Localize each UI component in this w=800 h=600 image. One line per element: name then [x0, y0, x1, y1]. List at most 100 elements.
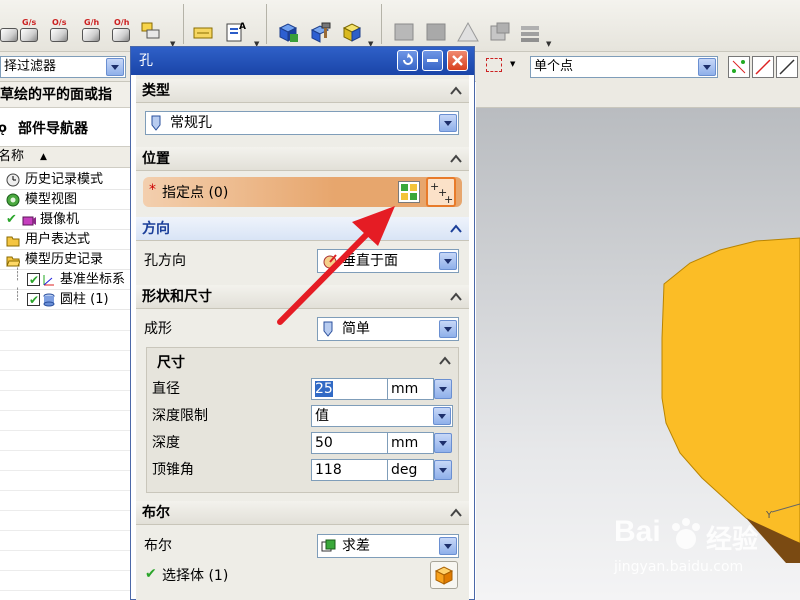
select-geometry-s-button[interactable]: G/s — [16, 18, 42, 46]
depth-menu-button[interactable] — [434, 433, 452, 453]
hole-type-dropdown[interactable]: 常规孔 — [145, 111, 459, 135]
clock-icon — [6, 173, 20, 187]
camera-icon — [22, 216, 36, 226]
solid-body-icon — [434, 566, 454, 585]
snap-point-button[interactable] — [728, 56, 750, 78]
select-object-s-button[interactable]: O/s — [46, 18, 72, 46]
close-button[interactable] — [447, 50, 468, 71]
chevron-up-icon[interactable] — [449, 84, 463, 98]
dropdown-arrow-icon[interactable]: ▼ — [546, 40, 551, 48]
checkmark-icon: ✔ — [145, 566, 157, 582]
hole-direction-value: 垂直于面 — [342, 253, 398, 269]
type-filter-dropdown[interactable]: 择过滤器 — [0, 56, 126, 78]
section-position-header[interactable]: 位置 — [136, 147, 469, 171]
hole-direction-dropdown[interactable]: 垂直于面 — [317, 249, 459, 273]
text-annotation-button[interactable]: A — [224, 20, 248, 44]
snap-line-button[interactable] — [752, 56, 774, 78]
grid-line — [0, 550, 130, 551]
pin-icon[interactable]: ǫ — [0, 116, 7, 142]
chevron-down-icon[interactable] — [698, 58, 716, 76]
select-geometry-h-button[interactable]: G/h — [78, 18, 104, 46]
chevron-down-icon[interactable] — [439, 320, 457, 338]
tip-angle-input[interactable]: 118 — [311, 459, 388, 481]
dimensions-title: 尺寸 — [157, 355, 185, 371]
main-toolbar: G/s O/s G/h O/h ▼ A ▼ ▼ ▼ — [0, 0, 800, 52]
checkmark-icon[interactable]: ✔ — [6, 210, 17, 230]
chevron-up-icon[interactable] — [449, 506, 463, 520]
tree-item-model-views[interactable]: 模型视图 — [0, 190, 130, 210]
analysis-button[interactable] — [276, 20, 300, 44]
simple-hole-icon — [323, 321, 333, 337]
boolean-dropdown[interactable]: 求差 — [317, 534, 459, 558]
diameter-unit-box: mm — [388, 378, 434, 400]
chevron-down-icon[interactable] — [439, 114, 457, 132]
chevron-up-icon[interactable] — [438, 354, 452, 368]
sketch-section-button[interactable] — [398, 181, 420, 203]
pencil-icon — [193, 27, 213, 39]
part-navigator-panel: 草绘的平的面或指 ǫ 部件导航器 名称 ▲ 历史记录模式 模型视图 ✔ 摄像机 … — [0, 82, 130, 600]
diameter-input[interactable]: 25 — [311, 378, 388, 400]
checkmark-icon: ✔ — [29, 273, 40, 287]
measure-button[interactable] — [340, 20, 364, 44]
selection-scope-dropdown[interactable]: 单个点 — [530, 56, 718, 78]
chevron-up-icon[interactable] — [449, 222, 463, 236]
selection-rectangle-icon[interactable] — [486, 58, 502, 72]
checkbox[interactable]: ✔ — [27, 273, 40, 287]
reset-button[interactable] — [397, 50, 418, 71]
tree-item-cameras[interactable]: ✔ 摄像机 — [0, 210, 130, 230]
diameter-menu-button[interactable] — [434, 379, 452, 399]
dropdown-arrow-icon[interactable]: ▼ — [510, 60, 515, 68]
section-type-header[interactable]: 类型 — [136, 79, 469, 103]
boolean-label: 布尔 — [144, 538, 172, 554]
depth-input[interactable]: 50 — [311, 432, 388, 454]
svg-text:A: A — [239, 22, 246, 32]
dialog-title-bar[interactable]: 孔 — [131, 47, 474, 75]
line-icon — [755, 59, 771, 75]
reset-icon — [403, 53, 413, 65]
selection-label: O/s — [52, 18, 67, 27]
column-header-name[interactable]: 名称 ▲ — [0, 146, 130, 168]
tree-item-label: 摄像机 — [40, 212, 80, 227]
point-dialog-button[interactable]: + + + — [426, 177, 456, 207]
form-dropdown[interactable]: 简单 — [317, 317, 459, 341]
edit-object-button[interactable] — [192, 20, 216, 44]
tip-angle-value: 118 — [315, 462, 342, 478]
chevron-down-icon[interactable] — [433, 407, 451, 425]
grid-line — [0, 470, 130, 471]
layer-settings-button[interactable] — [140, 20, 164, 44]
section-direction-header[interactable]: 方向 — [136, 217, 469, 241]
chevron-down-icon[interactable] — [106, 58, 124, 76]
select-body-button[interactable] — [430, 561, 458, 589]
section-shape-header[interactable]: 形状和尺寸 — [136, 285, 469, 309]
tree-connector: ┊ — [14, 267, 22, 281]
section-boolean-header[interactable]: 布尔 — [136, 501, 469, 525]
specify-point-row[interactable]: * 指定点 (0) + + + — [143, 177, 462, 207]
disabled-tool-1 — [392, 20, 416, 44]
tip-angle-menu-button[interactable] — [434, 460, 452, 480]
chevron-up-icon[interactable] — [449, 290, 463, 304]
disabled-tool-2 — [424, 20, 448, 44]
tree-item-user-expressions[interactable]: 用户表达式 — [0, 230, 130, 250]
depth-limit-value: 值 — [315, 408, 329, 424]
checkbox[interactable]: ✔ — [27, 293, 40, 307]
hammer-tool-button[interactable] — [308, 20, 332, 44]
minimize-button[interactable] — [422, 50, 443, 71]
chevron-down-icon[interactable] — [439, 537, 457, 555]
depth-limit-dropdown[interactable]: 值 — [311, 405, 453, 427]
grayed-icon — [426, 23, 446, 41]
grid-line — [0, 430, 130, 431]
sketch-grid-icon — [401, 184, 417, 200]
chevron-up-icon[interactable] — [449, 152, 463, 166]
grid-line — [0, 330, 130, 331]
tree-item-history-mode[interactable]: 历史记录模式 — [0, 170, 130, 190]
dialog-body: 类型 常规孔 位置 * 指定点 (0) + + + 方向 孔方向 垂直于面 形状… — [136, 75, 469, 600]
cube-icon — [50, 28, 68, 42]
chevron-down-icon[interactable] — [439, 252, 457, 270]
selection-scope-value: 单个点 — [534, 59, 574, 74]
watermark-suffix: 经验 — [706, 525, 759, 555]
snap-endpoint-button[interactable] — [776, 56, 798, 78]
svg-text:+: + — [444, 193, 453, 205]
select-object-h-button[interactable]: O/h — [108, 18, 134, 46]
hammer-icon — [310, 22, 331, 43]
tree-item-cylinder[interactable]: ┊ ✔ 圆柱 (1) — [0, 287, 130, 310]
